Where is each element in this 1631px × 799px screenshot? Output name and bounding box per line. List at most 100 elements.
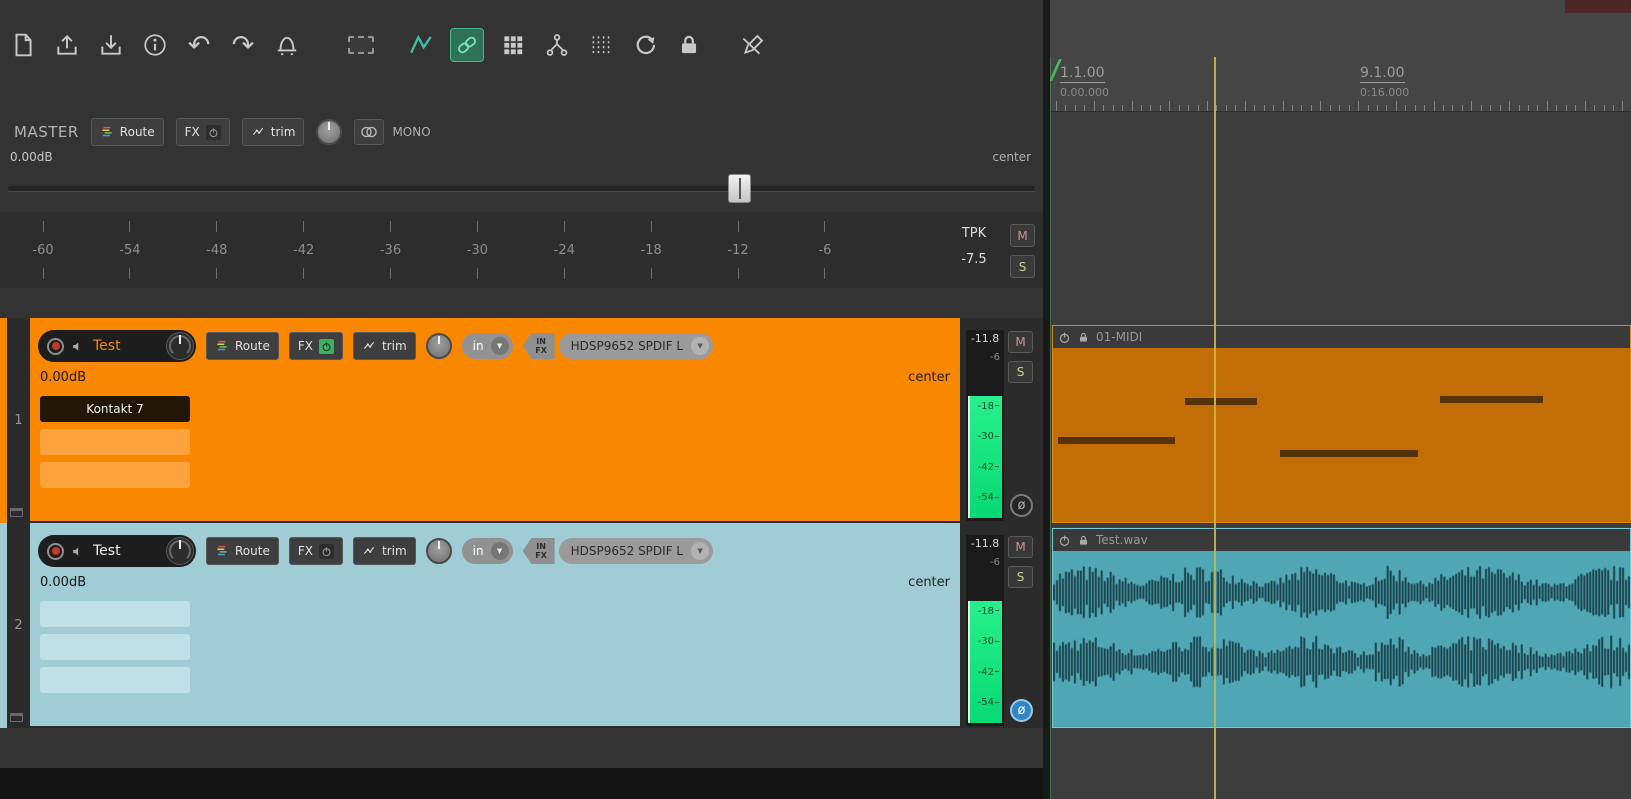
master-meter[interactable]: -60 -54 -48 -42 -36 -30 -24 -18 -12 -6 TPK -7.5 M… — [0, 212, 1043, 288]
fx-slot[interactable] — [40, 429, 190, 455]
undo-icon[interactable] — [184, 30, 214, 60]
hscroll-thumb[interactable] — [1565, 0, 1631, 13]
audio-item-body[interactable] — [1053, 551, 1630, 727]
midi-note[interactable] — [1280, 449, 1418, 457]
track-panel[interactable]: Test Route FX trim in ▼ IN FX HDSP9652 S… — [30, 523, 960, 726]
master-fader-track[interactable] — [8, 186, 1035, 191]
track-name[interactable]: Test — [93, 338, 159, 354]
grid-view-icon[interactable] — [498, 30, 528, 60]
track-number[interactable]: 1 — [7, 318, 30, 523]
audio-item[interactable]: Test.wav — [1052, 528, 1631, 728]
pan-knob[interactable] — [166, 332, 194, 360]
track-mute-button[interactable]: M — [1008, 331, 1033, 353]
speaker-icon[interactable] — [71, 339, 86, 354]
item-grouping-icon[interactable] — [450, 28, 484, 62]
new-project-icon[interactable] — [8, 30, 38, 60]
folder-toggle-icon[interactable] — [10, 508, 23, 517]
record-arm-button[interactable] — [47, 337, 64, 355]
track-meter[interactable]: -11.8 -6 -18 -30 -42 -54 — [966, 330, 1004, 521]
track-width-knob[interactable] — [425, 333, 452, 359]
record-arm-button[interactable] — [47, 542, 64, 560]
track-volume-readout[interactable]: 0.00dB — [40, 370, 86, 385]
track-meter[interactable]: -11.8 -6 -18 -30 -42 -54 — [966, 535, 1004, 726]
lock-icon[interactable] — [1077, 534, 1090, 547]
master-fader-handle[interactable] — [728, 174, 751, 203]
master-fx-button[interactable]: FX — [175, 118, 230, 146]
midi-note[interactable] — [1185, 398, 1257, 406]
envelope-icon[interactable] — [406, 30, 436, 60]
master-pan-readout[interactable]: center — [992, 150, 1031, 164]
input-selector[interactable]: in — [461, 538, 513, 564]
phase-button[interactable]: ø — [1010, 699, 1033, 722]
media-item-header[interactable]: 01-MIDI — [1053, 326, 1630, 348]
track-name[interactable]: Test — [93, 543, 159, 559]
arrange-body[interactable]: 01-MIDI Test.wav — [1050, 112, 1631, 799]
track-solo-button[interactable]: S — [1008, 566, 1033, 588]
speaker-icon[interactable] — [71, 544, 86, 559]
track-width-knob[interactable] — [425, 538, 452, 564]
phase-button[interactable]: ø — [1010, 494, 1033, 517]
fx-power-icon[interactable] — [318, 338, 334, 354]
routing-matrix-icon[interactable] — [542, 30, 572, 60]
master-solo-button[interactable]: S — [1010, 255, 1035, 278]
folder-toggle-icon[interactable] — [10, 713, 23, 722]
master-route-button[interactable]: Route — [90, 118, 164, 146]
panel-divider[interactable] — [1043, 0, 1050, 799]
master-volume-readout[interactable]: 0.00dB — [10, 150, 53, 164]
marquee-select-icon[interactable] — [346, 30, 376, 60]
input-selector[interactable]: in — [461, 333, 513, 359]
master-mute-button[interactable]: M — [1010, 224, 1035, 247]
master-trim-button[interactable]: trim — [241, 118, 305, 146]
track-volume-readout[interactable]: 0.00dB — [40, 575, 86, 590]
loop-icon[interactable] — [630, 30, 660, 60]
project-info-icon[interactable] — [140, 30, 170, 60]
output-selector[interactable]: HDSP9652 SPDIF L — [558, 538, 714, 564]
open-project-icon[interactable] — [52, 30, 82, 60]
lock-icon[interactable] — [1077, 331, 1090, 344]
chevron-down-icon[interactable] — [691, 337, 710, 355]
fx-slot[interactable] — [40, 634, 190, 660]
chevron-down-icon[interactable] — [490, 542, 509, 560]
meter-peak-readout[interactable]: -11.8 — [966, 330, 1004, 347]
track-fx-button[interactable]: FX — [288, 332, 343, 360]
track-route-button[interactable]: Route — [206, 332, 279, 360]
midi-note[interactable] — [1440, 395, 1544, 403]
metronome-icon[interactable] — [272, 30, 302, 60]
track-trim-button[interactable]: trim — [352, 537, 416, 565]
fx-power-icon[interactable] — [318, 543, 334, 559]
master-width-knob[interactable] — [316, 119, 343, 145]
track-panel[interactable]: Test Route FX trim in ▼ IN FX HDSP9652 S… — [30, 318, 960, 521]
output-selector[interactable]: HDSP9652 SPDIF L — [558, 333, 714, 359]
track-pan-readout[interactable]: center — [908, 575, 950, 590]
track-fx-button[interactable]: FX — [288, 537, 343, 565]
track-route-button[interactable]: Route — [206, 537, 279, 565]
save-project-icon[interactable] — [96, 30, 126, 60]
input-fx-tag[interactable]: IN FX — [522, 333, 555, 359]
midi-item-body[interactable] — [1053, 348, 1630, 522]
track-number[interactable]: 2 — [7, 523, 30, 728]
track-trim-button[interactable]: trim — [352, 332, 416, 360]
track-solo-button[interactable]: S — [1008, 361, 1033, 383]
fx-slot[interactable] — [40, 462, 190, 488]
fx-slot[interactable]: Kontakt 7 — [40, 396, 190, 422]
midi-note[interactable] — [1058, 436, 1175, 444]
timeline-ruler[interactable]: 1.1.00 0.00.000 9.1.00 0:16.000 — [1050, 57, 1631, 112]
meter-peak-readout[interactable]: -11.8 — [966, 535, 1004, 552]
peak-value[interactable]: -7.5 — [950, 252, 998, 267]
fx-slot[interactable] — [40, 601, 190, 627]
lock-icon[interactable] — [674, 30, 704, 60]
master-stereo-button[interactable] — [354, 119, 385, 145]
midi-item[interactable]: 01-MIDI — [1052, 325, 1631, 523]
track-mute-button[interactable]: M — [1008, 536, 1033, 558]
power-icon[interactable] — [1058, 534, 1071, 547]
media-item-header[interactable]: Test.wav — [1053, 529, 1630, 551]
snap-grid-icon[interactable] — [586, 30, 616, 60]
track-pan-readout[interactable]: center — [908, 370, 950, 385]
fx-power-icon[interactable] — [205, 124, 221, 140]
pan-knob[interactable] — [166, 537, 194, 565]
redo-icon[interactable] — [228, 30, 258, 60]
chevron-down-icon[interactable] — [490, 337, 509, 355]
draw-disabled-icon[interactable] — [738, 30, 768, 60]
chevron-down-icon[interactable] — [691, 542, 710, 560]
fx-slot[interactable] — [40, 667, 190, 693]
